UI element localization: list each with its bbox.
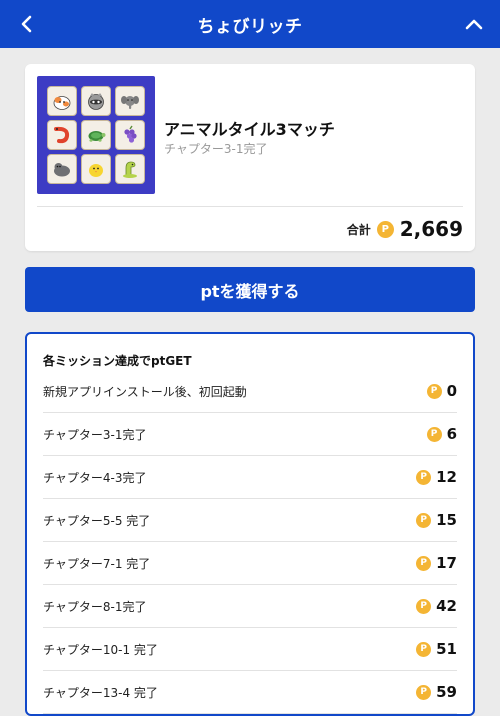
grapes-icon [124, 125, 137, 143]
total-label: 合計 [346, 222, 371, 237]
mission-points: 59 [436, 683, 457, 701]
mission-reward: P0 [426, 382, 457, 400]
divider [37, 206, 463, 207]
app-header: ちょびリッチ [0, 0, 500, 48]
coin-icon: P [416, 684, 432, 700]
game-thumbnail [37, 76, 155, 194]
mission-reward: P 51 [416, 640, 457, 658]
mission-label: チャプター4-3完了 [43, 470, 147, 485]
game-card: アニマルタイル3マッチ チャプター3-1完了 合計 P 2,669 [25, 64, 475, 251]
mission-row: チャプター4-3完了 P 12 [43, 456, 457, 499]
tile-grid [47, 86, 145, 184]
mission-points: 12 [436, 468, 457, 486]
mission-row: チャプター5-5 完了 P 15 [43, 499, 457, 542]
mission-row: チャプター13-4 完了 P 59 [43, 671, 457, 714]
mission-label: チャプター10-1 完了 [43, 642, 158, 657]
mission-points: 0 [446, 382, 457, 400]
mission-reward: P 59 [416, 683, 457, 701]
tile-seal [47, 154, 77, 184]
mission-row: 新規アプリインストール後、初回起動 P 0 [43, 370, 457, 413]
mission-reward: P6 [426, 425, 457, 443]
mission-reward: P 42 [416, 597, 457, 615]
game-progress: チャプター3-1完了 [164, 142, 268, 156]
mission-label: チャプター7-1 完了 [43, 556, 151, 571]
mission-list: 新規アプリインストール後、初回起動 P 0 チャプター3-1完了 P 6 チャプター4-3完… [43, 370, 457, 714]
tile-elephant [115, 86, 145, 116]
game-title: アニマルタイル3マッチ [164, 120, 335, 139]
total-points: 2,669 [399, 217, 463, 241]
chevron-left-icon [21, 15, 32, 33]
mission-points: 17 [436, 554, 457, 572]
back-button[interactable] [14, 12, 38, 36]
turtle-icon [88, 131, 106, 142]
coin-icon: P [416, 641, 432, 657]
raccoon-icon [88, 93, 104, 110]
mission-row: チャプター8-1完了 P 42 [43, 585, 457, 628]
coin-icon: P [416, 555, 432, 571]
elephant-icon [121, 96, 139, 109]
get-points-button[interactable]: ptを獲得する [25, 267, 475, 312]
mission-label: チャプター13-4 完了 [43, 685, 158, 700]
tile-raccoon [81, 86, 111, 116]
coin-icon: P [376, 220, 394, 238]
mission-heading: 各ミッション達成でptGET [43, 354, 192, 368]
dinosaur-icon [123, 161, 137, 178]
tile-dinosaur [115, 154, 145, 184]
chick-icon [89, 164, 103, 177]
total-points-row: 合計 P 2,669 [347, 216, 463, 242]
chevron-up-icon [465, 19, 483, 30]
coin-icon: P [416, 512, 432, 528]
mission-row: チャプター10-1 完了 P 51 [43, 628, 457, 671]
tile-grapes [115, 120, 145, 150]
mission-reward: P 12 [416, 468, 457, 486]
mission-row: チャプター3-1完了 P 6 [43, 413, 457, 456]
coin-icon: P [416, 469, 432, 485]
mission-label: チャプター5-5 完了 [43, 513, 151, 528]
mission-label: チャプター3-1完了 [43, 427, 147, 442]
mission-points: 6 [446, 425, 457, 443]
mission-row: チャプター7-1 完了 P 17 [43, 542, 457, 585]
coin-icon: P [416, 598, 432, 614]
seal-icon [54, 163, 70, 177]
tile-calico-cat [47, 86, 77, 116]
mission-points: 42 [436, 597, 457, 615]
mission-panel: 各ミッション達成でptGET 新規アプリインストール後、初回起動 P 0 チャプター3… [25, 332, 475, 716]
mission-points: 15 [436, 511, 457, 529]
tile-turtle [81, 120, 111, 150]
mission-reward: P 15 [416, 511, 457, 529]
tile-shrimp [47, 120, 77, 150]
tile-chick [81, 154, 111, 184]
mission-reward: P 17 [416, 554, 457, 572]
cat-icon [53, 96, 71, 110]
coin-icon: P [426, 426, 442, 442]
shrimp-icon [54, 126, 70, 144]
app-title: ちょびリッチ [197, 16, 303, 37]
mission-label: 新規アプリインストール後、初回起動 [43, 384, 247, 399]
coin-icon: P [426, 383, 442, 399]
mission-label: チャプター8-1完了 [43, 599, 147, 614]
collapse-button[interactable] [462, 12, 486, 36]
mission-points: 51 [436, 640, 457, 658]
